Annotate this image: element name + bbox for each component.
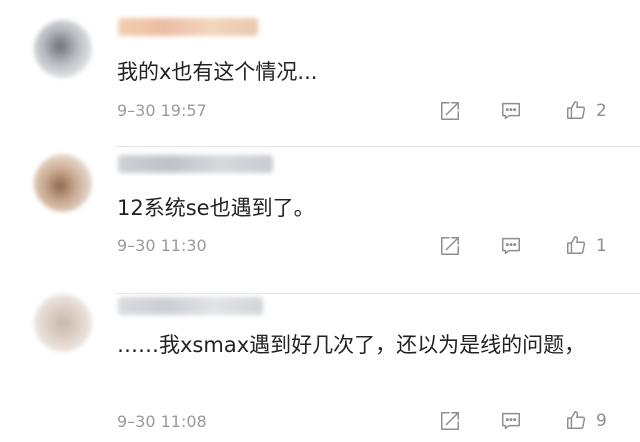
comment-icon[interactable] (500, 100, 522, 122)
comment-text: ……我xsmax遇到好几次了，还以为是线的问题， (117, 333, 586, 357)
username-blurred[interactable] (118, 297, 263, 315)
avatar[interactable] (34, 20, 92, 78)
comment-timestamp: 9–30 19:57 (117, 101, 207, 120)
comment-icon[interactable] (500, 410, 522, 432)
comment-timestamp: 9–30 11:08 (117, 412, 207, 431)
share-icon[interactable] (439, 235, 461, 257)
thumbs-up-icon[interactable] (565, 99, 587, 121)
comment-timestamp: 9–30 11:30 (117, 236, 207, 255)
comment-item: ……我xsmax遇到好几次了，还以为是线的问题， 9–30 11:08 9 (0, 294, 640, 442)
like-count: 9 (596, 411, 607, 431)
comment-icon[interactable] (500, 235, 522, 257)
comment-item: 我的x也有这个情况... 9–30 19:57 2 (0, 0, 640, 147)
comment-text: 我的x也有这个情况... (117, 60, 318, 84)
avatar[interactable] (34, 154, 92, 212)
like-count: 1 (596, 236, 607, 256)
thumbs-up-icon[interactable] (565, 234, 587, 256)
username-blurred[interactable] (118, 18, 258, 36)
share-icon[interactable] (439, 100, 461, 122)
thumbs-up-icon[interactable] (565, 409, 587, 431)
comment-text: 12系统se也遇到了。 (117, 196, 315, 220)
comment-item: 12系统se也遇到了。 9–30 11:30 1 (0, 147, 640, 294)
avatar[interactable] (34, 294, 92, 352)
username-blurred[interactable] (118, 155, 273, 173)
share-icon[interactable] (439, 410, 461, 432)
like-count: 2 (596, 101, 607, 121)
